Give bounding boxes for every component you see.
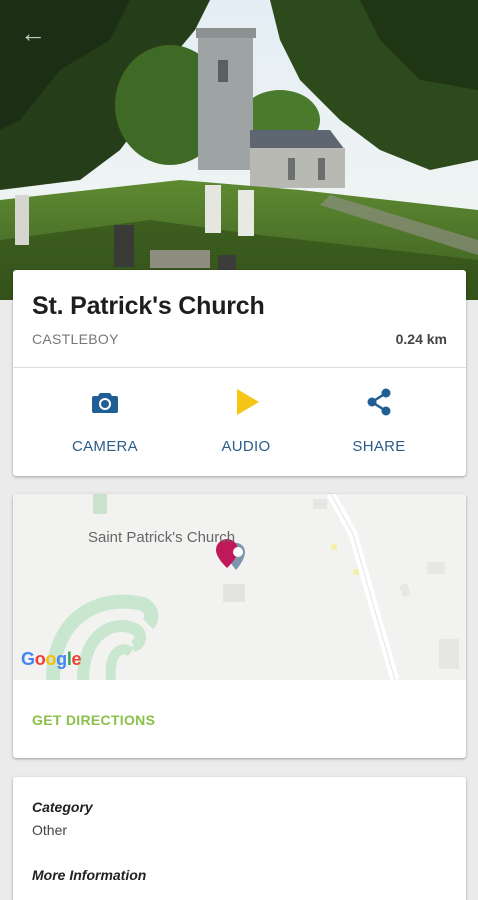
- audio-label: AUDIO: [221, 438, 271, 455]
- play-icon: [237, 389, 259, 415]
- camera-button[interactable]: CAMERA: [45, 370, 165, 470]
- info-card: Category Other More Information: [13, 777, 466, 900]
- category-label: Category: [32, 799, 93, 815]
- place-location: CASTLEBOY: [32, 331, 119, 347]
- map-card: Saint Patrick's Church Google GET DIRECT…: [13, 494, 466, 758]
- place-distance: 0.24 km: [395, 331, 447, 347]
- camera-label: CAMERA: [72, 438, 138, 455]
- place-title: St. Patrick's Church: [32, 292, 265, 320]
- more-information-label: More Information: [32, 867, 147, 883]
- get-directions-button[interactable]: GET DIRECTIONS: [32, 712, 155, 728]
- share-label: SHARE: [352, 438, 406, 455]
- divider: [13, 367, 466, 368]
- google-logo: Google: [21, 649, 82, 669]
- map-pin-label: Saint Patrick's Church: [88, 529, 236, 546]
- place-card: St. Patrick's Church CASTLEBOY 0.24 km C…: [13, 270, 466, 476]
- back-arrow-icon[interactable]: ←: [18, 18, 48, 48]
- map-view[interactable]: Saint Patrick's Church Google: [13, 494, 466, 682]
- category-value: Other: [32, 822, 68, 838]
- camera-icon: [92, 393, 118, 413]
- audio-button[interactable]: AUDIO: [186, 370, 306, 470]
- share-icon: [367, 388, 391, 416]
- share-button[interactable]: SHARE: [319, 370, 439, 470]
- hero-photo: ←: [0, 0, 478, 300]
